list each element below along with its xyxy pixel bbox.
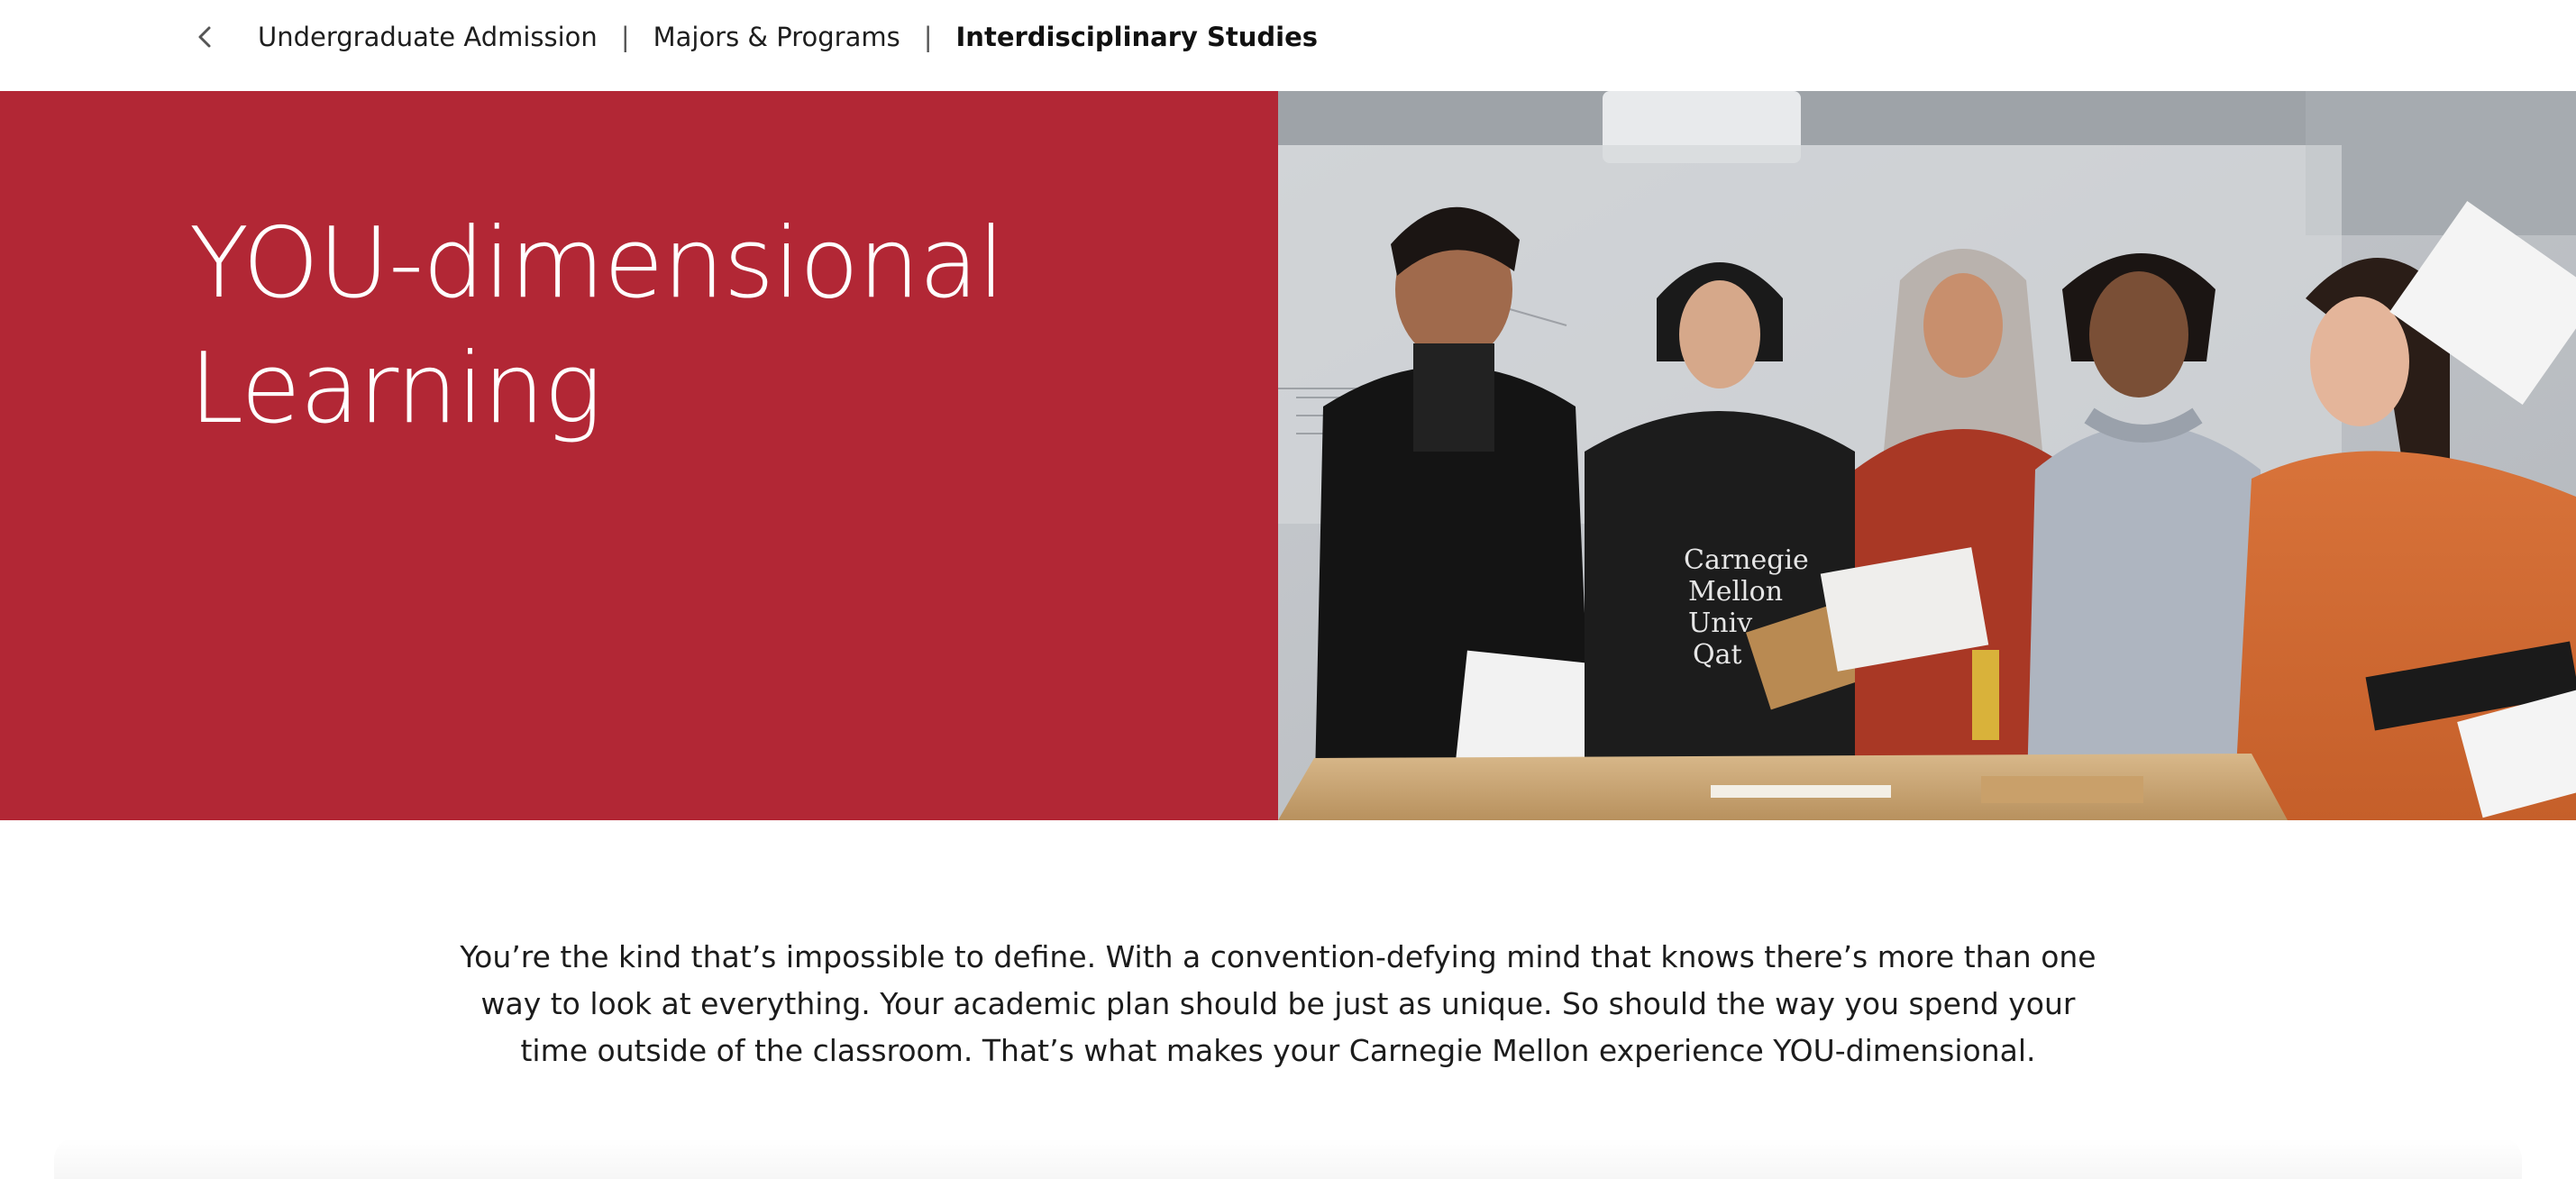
hero-title: YOU-dimensional Learning [189,201,1226,452]
breadcrumb-current-page: Interdisciplinary Studies [955,21,1319,52]
hero-title-line2: Learning [189,333,602,445]
svg-text:Carnegie: Carnegie [1684,544,1809,576]
breadcrumb: Undergraduate Admission | Majors & Progr… [0,0,2576,91]
intro-paragraph: You’re the kind that’s impossible to def… [460,939,2096,1068]
next-section-edge [54,1138,2522,1179]
hero-title-panel: YOU-dimensional Learning [0,91,1278,820]
svg-text:Univ: Univ [1688,608,1752,639]
hero-photo: Carnegie Mellon Univ Qat [1278,91,2576,820]
hero-banner: YOU-dimensional Learning Carnegie Mellon… [0,91,2576,820]
breadcrumb-separator: | [923,21,933,52]
breadcrumb-list: Undergraduate Admission | Majors & Progr… [258,22,1318,52]
hero-title-line1: YOU-dimensional [189,207,1005,320]
svg-text:Mellon: Mellon [1688,576,1783,608]
students-photo: Carnegie Mellon Univ Qat [1278,91,2576,820]
svg-text:Qat: Qat [1693,639,1742,671]
chevron-left-icon[interactable] [191,23,218,50]
breadcrumb-separator: | [620,21,630,52]
breadcrumb-undergraduate-admission[interactable]: Undergraduate Admission [258,22,598,52]
breadcrumb-majors-programs[interactable]: Majors & Programs [653,22,900,52]
